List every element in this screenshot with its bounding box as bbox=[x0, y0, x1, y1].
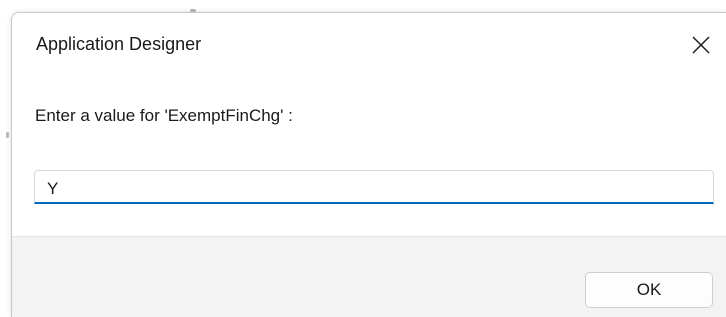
close-button[interactable] bbox=[681, 27, 721, 63]
dialog-footer: OK bbox=[12, 236, 726, 317]
close-icon bbox=[692, 36, 710, 54]
ok-button[interactable]: OK bbox=[585, 272, 713, 308]
value-input[interactable] bbox=[34, 170, 714, 204]
input-dialog: Application Designer Enter a value for '… bbox=[11, 12, 726, 317]
dialog-title: Application Designer bbox=[36, 34, 202, 54]
background-fragment bbox=[6, 132, 9, 138]
dialog-content: Enter a value for 'ExemptFinChg' : bbox=[12, 77, 726, 237]
prompt-label: Enter a value for 'ExemptFinChg' : bbox=[35, 106, 293, 125]
title-bar[interactable]: Application Designer bbox=[12, 13, 726, 77]
